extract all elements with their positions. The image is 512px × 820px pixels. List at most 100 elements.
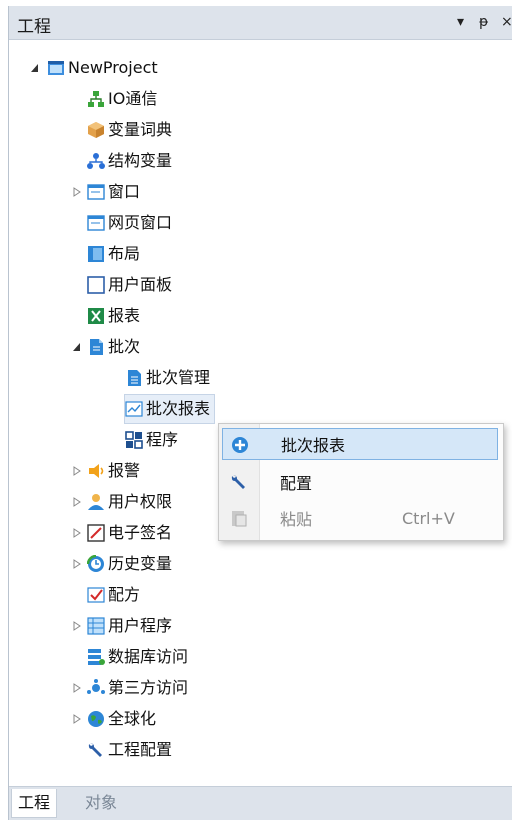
tree-item-batch[interactable]: 批次 [71, 333, 140, 361]
expand-arrow-icon[interactable] [71, 558, 83, 570]
hierarchy-icon [87, 152, 105, 170]
tree-item-label: 变量词典 [108, 120, 173, 139]
pin-icon[interactable]: ᵽ [479, 14, 488, 30]
tree-item-batch-manage[interactable]: 批次管理 [125, 364, 210, 392]
tree-item-root[interactable]: NewProject [29, 54, 158, 82]
menu-item-label: 粘贴 [280, 510, 313, 529]
tree-item-io[interactable]: IO通信 [87, 85, 157, 113]
tree-item-history-vars[interactable]: 历史变量 [71, 550, 172, 578]
bottom-tab-bar: 工程 对象 [9, 786, 512, 820]
menu-item-label: 批次报表 [281, 436, 346, 455]
panel-title-bar: 工程 ▾ ᵽ × [9, 6, 512, 40]
menu-item-batch-report[interactable]: 批次报表 [222, 428, 498, 460]
tree-item-program[interactable]: 程序 [125, 426, 178, 454]
batch-report-icon [125, 400, 143, 418]
close-icon[interactable]: × [501, 14, 512, 30]
tree-item-struct-vars[interactable]: 结构变量 [87, 147, 172, 175]
user-icon [87, 493, 105, 511]
database-icon [87, 648, 105, 666]
tree-item-third-party-access[interactable]: 第三方访问 [71, 674, 188, 702]
tree-item-database-access[interactable]: 数据库访问 [87, 643, 188, 671]
collapse-arrow-icon[interactable] [29, 62, 41, 74]
add-icon [231, 436, 249, 454]
expand-arrow-icon[interactable] [71, 620, 83, 632]
excel-icon [87, 307, 105, 325]
user-panel-icon [87, 276, 105, 294]
box-icon [87, 121, 105, 139]
tab-project[interactable]: 工程 [11, 789, 58, 818]
tree-item-label: IO通信 [108, 89, 158, 108]
tree-item-label: 批次 [108, 337, 141, 356]
tree-item-label: 数据库访问 [108, 647, 189, 666]
tree-item-label: 电子签名 [108, 523, 173, 542]
menu-item-shortcut: Ctrl+V [402, 508, 455, 528]
tree-item-user-panel[interactable]: 用户面板 [87, 271, 172, 299]
tree-item-project-config[interactable]: 工程配置 [87, 736, 172, 764]
project-panel: 工程 ▾ ᵽ × NewProject IO通信 变量词典 结构变量 窗口 网页… [8, 6, 512, 820]
tree-item-label: 工程配置 [108, 740, 173, 759]
tree-item-batch-report[interactable]: 批次报表 [123, 394, 216, 424]
tree-item-report[interactable]: 报表 [87, 302, 140, 330]
document-icon [87, 338, 105, 356]
tree-item-label: NewProject [68, 58, 158, 77]
tree-item-label: 窗口 [108, 182, 141, 201]
tree-item-label: 批次报表 [146, 399, 211, 418]
dropdown-arrow-icon[interactable]: ▾ [457, 14, 464, 30]
signature-icon [87, 524, 105, 542]
tree-item-user-permissions[interactable]: 用户权限 [71, 488, 172, 516]
tree-item-label: 网页窗口 [108, 213, 173, 232]
alarm-icon [87, 462, 105, 480]
paste-icon [230, 509, 248, 527]
expand-arrow-icon[interactable] [71, 465, 83, 477]
network-icon [87, 90, 105, 108]
tree-item-recipe[interactable]: 配方 [87, 581, 140, 609]
menu-item-label: 配置 [280, 474, 313, 493]
web-window-icon [87, 214, 105, 232]
history-icon [86, 554, 105, 573]
expand-arrow-icon[interactable] [71, 682, 83, 694]
tree-item-label: 结构变量 [108, 151, 173, 170]
wrench-icon [230, 473, 248, 491]
layout-icon [87, 245, 105, 263]
recipe-icon [87, 586, 105, 604]
project-tree: NewProject IO通信 变量词典 结构变量 窗口 网页窗口 布局 用户面… [9, 40, 512, 792]
tree-item-user-program[interactable]: 用户程序 [71, 612, 172, 640]
tree-item-variables[interactable]: 变量词典 [87, 116, 172, 144]
menu-item-configure[interactable]: 配置 [222, 466, 498, 498]
tree-item-label: 用户面板 [108, 275, 173, 294]
expand-arrow-icon[interactable] [71, 527, 83, 539]
project-icon [47, 59, 65, 77]
tree-item-label: 报表 [108, 306, 141, 325]
tree-item-web-window[interactable]: 网页窗口 [87, 209, 172, 237]
tree-item-label: 用户程序 [108, 616, 173, 635]
tree-item-label: 用户权限 [108, 492, 173, 511]
collapse-arrow-icon[interactable] [71, 341, 83, 353]
tree-item-layout[interactable]: 布局 [87, 240, 140, 268]
user-program-icon [87, 617, 105, 635]
tree-item-label: 报警 [108, 461, 141, 480]
panel-title: 工程 [17, 17, 51, 37]
tree-item-label: 第三方访问 [108, 678, 189, 697]
batch-manage-icon [125, 369, 143, 387]
tree-item-label: 批次管理 [146, 368, 211, 387]
window-icon [87, 183, 105, 201]
tree-item-globalization[interactable]: 全球化 [71, 705, 156, 733]
tree-item-label: 配方 [108, 585, 141, 604]
expand-arrow-icon[interactable] [71, 186, 83, 198]
globe-icon [87, 710, 105, 728]
wrench-icon [87, 741, 105, 759]
menu-item-paste[interactable]: 粘贴 Ctrl+V [222, 502, 498, 534]
expand-arrow-icon[interactable] [71, 713, 83, 725]
third-party-icon [87, 679, 105, 697]
tree-item-label: 布局 [108, 244, 141, 263]
tree-item-window[interactable]: 窗口 [71, 178, 140, 206]
tree-item-e-signature[interactable]: 电子签名 [71, 519, 172, 547]
tree-item-label: 全球化 [108, 709, 157, 728]
program-icon [125, 431, 143, 449]
expand-arrow-icon[interactable] [71, 496, 83, 508]
tree-item-alarm[interactable]: 报警 [71, 457, 140, 485]
context-menu: 批次报表 配置 粘贴 Ctrl+V [218, 423, 504, 541]
tab-objects[interactable]: 对象 [79, 789, 123, 817]
tree-item-label: 历史变量 [108, 554, 173, 573]
tree-item-label: 程序 [146, 430, 179, 449]
